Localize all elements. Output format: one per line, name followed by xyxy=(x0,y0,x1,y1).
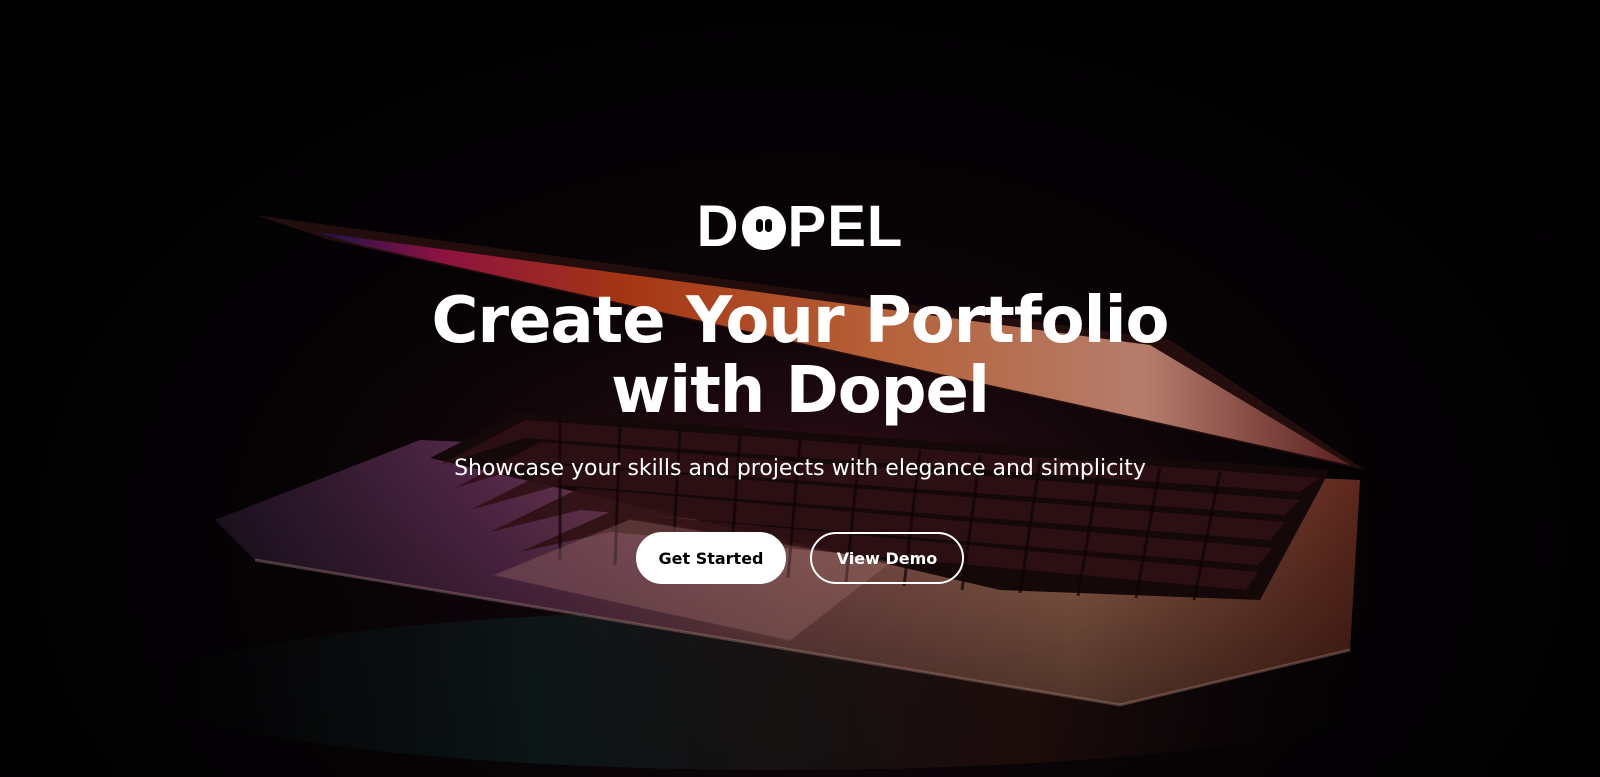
ghost-eyes-icon xyxy=(741,206,786,250)
logo-text-end: PEL xyxy=(787,194,904,259)
view-demo-button[interactable]: View Demo xyxy=(810,532,964,584)
hero-subtitle: Showcase your skills and projects with e… xyxy=(454,456,1146,481)
headline-line-2: with Dopel xyxy=(611,354,990,428)
hero-headline: Create Your Portfolio with Dopel xyxy=(0,286,1600,426)
hero-content: D PEL Create Your Portfolio with Dopel S… xyxy=(0,0,1600,777)
cta-button-group: Get Started View Demo xyxy=(0,532,1600,584)
hero-section: D PEL Create Your Portfolio with Dopel S… xyxy=(0,0,1600,777)
dopel-logo[interactable]: D PEL xyxy=(0,194,1600,260)
get-started-button[interactable]: Get Started xyxy=(636,532,786,584)
logo-text-start: D xyxy=(696,194,740,259)
headline-line-1: Create Your Portfolio xyxy=(431,284,1170,358)
